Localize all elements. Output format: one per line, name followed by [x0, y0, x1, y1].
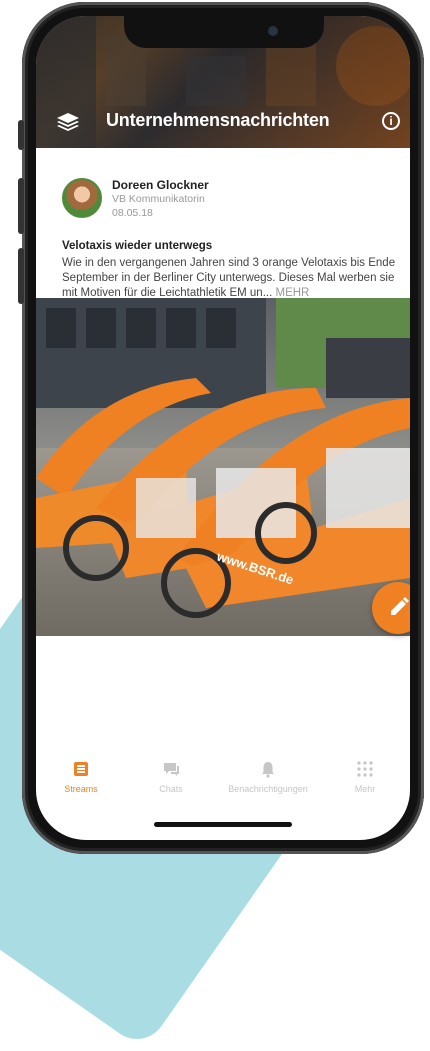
- camera-dot: [268, 26, 278, 36]
- compose-button[interactable]: [372, 582, 410, 634]
- avatar: [62, 178, 102, 218]
- post-date: 08.05.18: [112, 207, 153, 219]
- app-bar: Unternehmensnachrichten i: [36, 104, 410, 140]
- tab-label-benachrichtigungen: Benachrichtigungen: [228, 784, 308, 794]
- app-screen: Unternehmensnachrichten i Doreen Glockne…: [36, 16, 410, 840]
- post-body-text: Wie in den vergangenen Jahren sind 3 ora…: [62, 257, 396, 299]
- info-icon[interactable]: i: [382, 112, 400, 130]
- post-title: Velotaxis wieder unterwegs: [62, 240, 213, 252]
- page-title: Unternehmensnachrichten: [106, 110, 330, 130]
- author-name: Doreen Glockner: [112, 178, 209, 192]
- tab-streams[interactable]: Streams: [36, 760, 126, 794]
- author-role: VB Kommunikatorin: [112, 193, 205, 205]
- pencil-icon: [391, 597, 409, 615]
- home-indicator[interactable]: [154, 822, 292, 827]
- tab-label-streams: Streams: [64, 784, 98, 794]
- volume-up-button: [18, 178, 24, 234]
- mute-switch: [18, 120, 24, 150]
- velotaxi-photo: www.BSR.de: [36, 298, 410, 636]
- bell-icon: [262, 762, 274, 778]
- tab-label-mehr: Mehr: [354, 784, 376, 794]
- bottom-tab-bar: Streams Chats Benachrichtigungen Mehr: [36, 746, 410, 806]
- tab-label-chats: Chats: [159, 784, 183, 794]
- post-body: Wie in den vergangenen Jahren sind 3 ora…: [62, 256, 396, 301]
- tab-benachrichtigungen[interactable]: Benachrichtigungen: [216, 760, 320, 794]
- streams-icon: [74, 762, 88, 776]
- tab-chats[interactable]: Chats: [126, 760, 216, 794]
- volume-down-button: [18, 248, 24, 304]
- phone-notch: [124, 16, 324, 48]
- layers-icon[interactable]: [56, 112, 80, 132]
- grid-icon: [357, 761, 373, 777]
- chat-icon: [164, 763, 179, 776]
- tab-mehr[interactable]: Mehr: [320, 760, 410, 794]
- post-photo[interactable]: www.BSR.de: [36, 298, 410, 636]
- phone-frame: Unternehmensnachrichten i Doreen Glockne…: [18, 2, 424, 854]
